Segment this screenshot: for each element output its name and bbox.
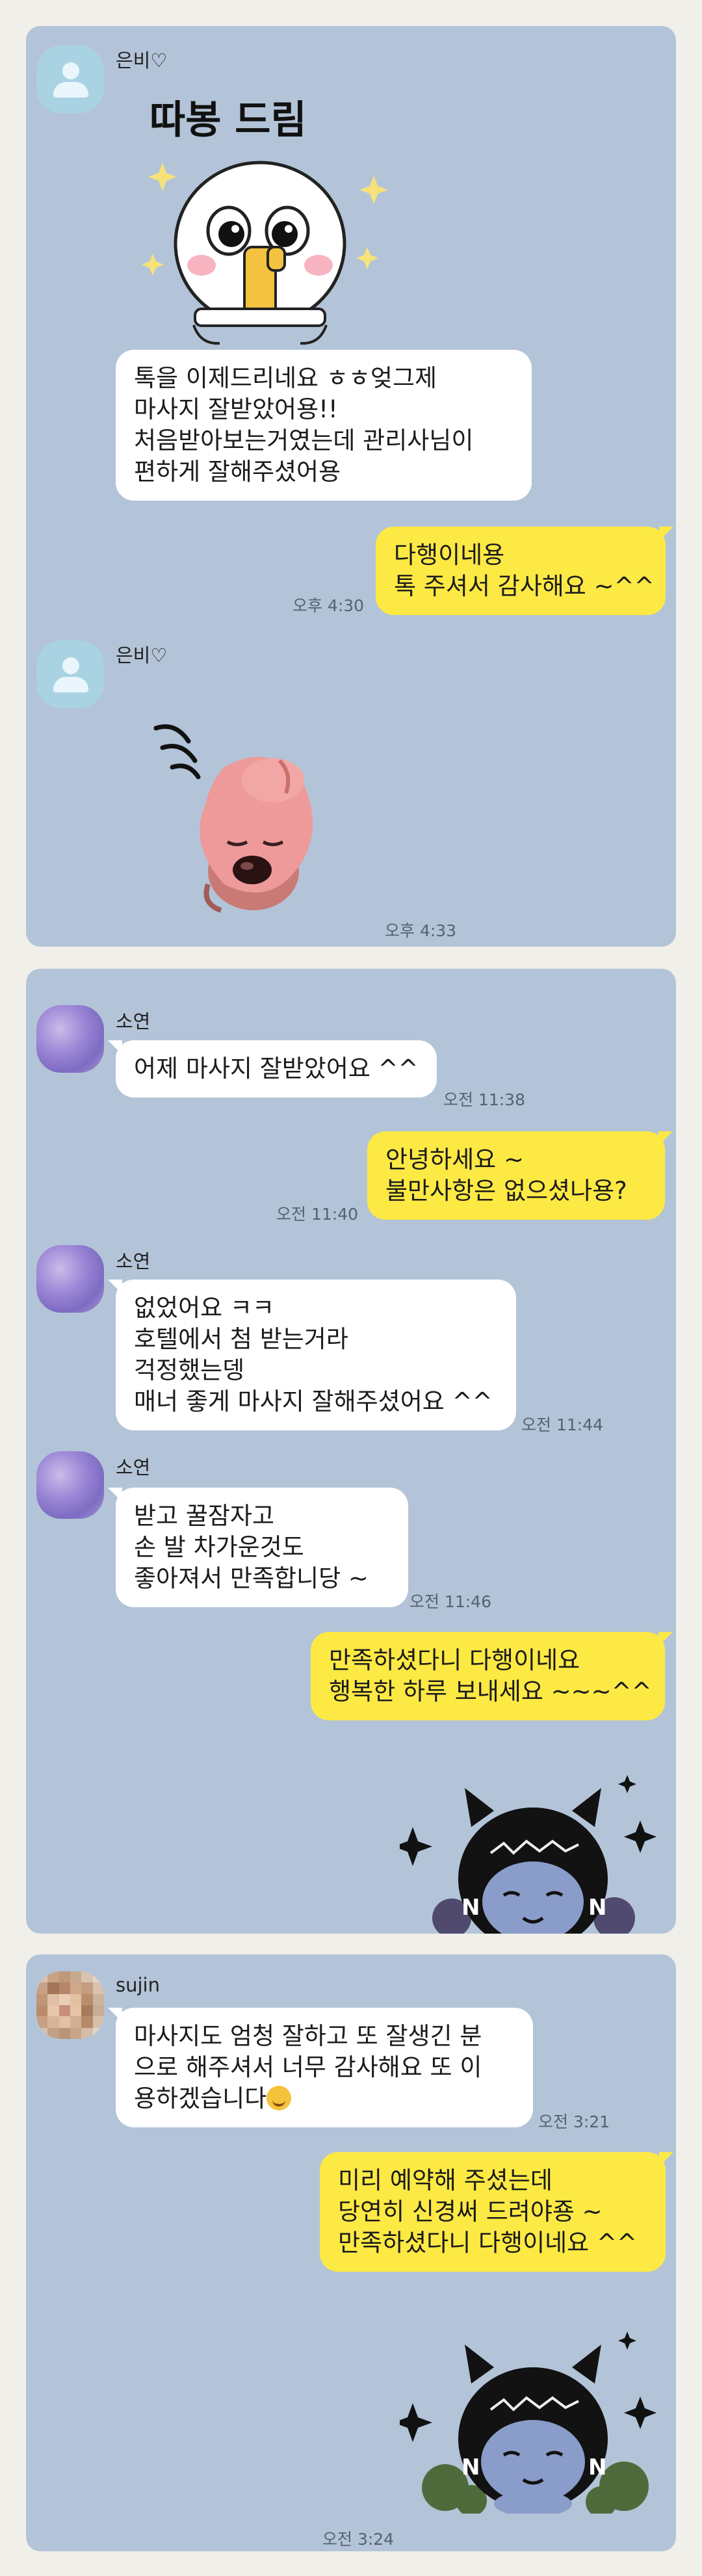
avatar[interactable] (36, 1451, 104, 1519)
message-time: 오전 3:21 (538, 2112, 610, 2131)
sender-name: 은비♡ (116, 49, 168, 72)
person-silhouette-icon (62, 657, 79, 674)
person-silhouette-icon (62, 62, 79, 79)
message-time: 오전 3:24 (322, 2530, 395, 2549)
pink-beaver-sticker[interactable] (143, 702, 338, 917)
reply-bubble[interactable]: 다행이네용 톡 주셔서 감사해요 ~^^ (376, 527, 673, 615)
message-time: 오전 11:40 (276, 1205, 358, 1224)
svg-text:N: N (588, 2454, 606, 2480)
sticker-caption: 따봉 드림 (150, 98, 307, 143)
avatar[interactable] (36, 1005, 104, 1073)
reply-bubble[interactable]: 미리 예약해 주셨는데 당연히 신경써 드려야죵 ~ 만족하셨다니 다행이네요 … (320, 2152, 673, 2272)
sender-name: 소연 (116, 1250, 151, 1272)
chat-screenshot-2: 소연 어제 마사지 잘받았어요 ^^ 오전 11:38 안녕하세요 ~ 불만사항… (26, 969, 676, 1934)
svg-text:N: N (588, 1895, 606, 1921)
avatar[interactable] (36, 640, 104, 708)
message-time: 오전 11:44 (521, 1415, 603, 1434)
chat-screenshot-3: sujin 마사지도 엄청 잘하고 또 잘생긴 분 으로 해주셔서 너무 감사해… (26, 1954, 676, 2551)
svg-text:N: N (462, 2454, 480, 2480)
message-text: 마사지도 엄청 잘하고 또 잘생긴 분 으로 해주셔서 너무 감사해요 또 이 … (134, 2022, 482, 2112)
message-bubble[interactable]: 마사지도 엄청 잘하고 또 잘생긴 분 으로 해주셔서 너무 감사해요 또 이 … (108, 2008, 533, 2127)
avatar[interactable] (36, 1971, 104, 2039)
avatar[interactable] (36, 1245, 104, 1313)
sender-name: 은비♡ (116, 644, 168, 666)
message-bubble[interactable]: 받고 꿀잠자고 손 발 차가운것도 좋아져서 만족합니당 ~ (108, 1488, 408, 1607)
message-bubble[interactable]: 톡을 이제드리네요 ㅎㅎ엊그제 마사지 잘받았어용!! 처음받아보는거였는데 관… (116, 350, 532, 501)
sender-name: 소연 (116, 1010, 151, 1032)
chat-screenshot-1: 은비♡ 따봉 드림 톡을 이제드리네요 ㅎㅎ엊그제 마사지 잘받았어용!! 처음… (26, 26, 676, 947)
reply-bubble[interactable]: 만족하셨다니 다행이네요 행복한 하루 보내세요 ~~~^^ (311, 1632, 673, 1720)
message-bubble[interactable]: 없었어요 ㅋㅋ 호텔에서 첨 받는거라 걱정했는뎅 매너 좋게 마사지 잘해주셨… (108, 1280, 516, 1430)
message-bubble[interactable]: 어제 마사지 잘받았어요 ^^ (108, 1040, 437, 1097)
message-time: 오전 11:38 (443, 1090, 525, 1109)
reply-bubble[interactable]: 안녕하세요 ~ 불만사항은 없으셨나용? (367, 1131, 673, 1220)
message-time: 오후 4:30 (292, 596, 365, 615)
sender-name: 소연 (116, 1456, 151, 1479)
sender-name: sujin (116, 1974, 160, 1996)
dark-cat-sticker[interactable]: N N (400, 2319, 673, 2514)
svg-text:N: N (462, 1895, 480, 1921)
thumbs-up-sticker[interactable]: 따봉 드림 (117, 85, 403, 351)
avatar[interactable] (36, 46, 104, 113)
message-time: 오후 4:33 (385, 921, 457, 940)
message-time: 오전 11:46 (410, 1592, 491, 1611)
dark-cat-sticker[interactable]: N N (400, 1755, 673, 1934)
smile-emoji-icon (266, 2086, 292, 2110)
